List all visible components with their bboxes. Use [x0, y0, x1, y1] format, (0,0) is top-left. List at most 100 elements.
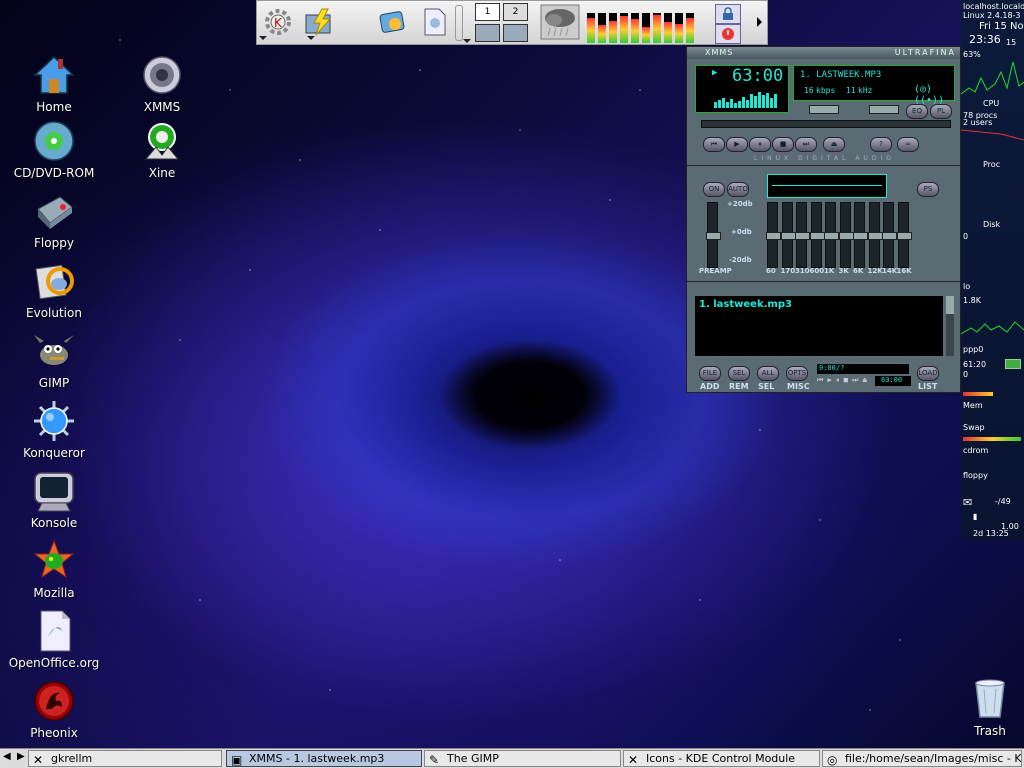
mini-transport-icons[interactable]: ⏮ ▶ ⏸ ■ ⏭ ⏏ [817, 376, 867, 385]
eq-toggle-button[interactable]: EQ [906, 104, 928, 119]
task-konqueror[interactable]: ◎ file:/home/sean/Images/misc - Konque [822, 750, 1022, 767]
xmms-window[interactable]: XMMS ULTRAFINA ▶ 63:00 1. LASTWEEK.MP3 1… [686, 46, 961, 393]
eq-band-slider[interactable] [896, 202, 912, 268]
taskbar-scroll-left-icon[interactable]: ◀ [3, 751, 11, 762]
eq-band-label: 16K [896, 267, 912, 275]
task-label: The GIMP [447, 752, 499, 765]
shuffle-button[interactable]: ? [870, 137, 892, 152]
balance-slider[interactable] [869, 105, 899, 114]
eq-on-button[interactable]: ON [703, 182, 725, 197]
globe-icon [379, 11, 405, 33]
pager-desktop-3[interactable] [475, 24, 500, 42]
chevron-down-icon [259, 36, 267, 40]
launcher-browser-button[interactable] [375, 3, 409, 41]
gk-ppp-connect-button[interactable] [1005, 359, 1021, 369]
desktop-pager[interactable]: 1 2 [475, 3, 531, 43]
eject-button[interactable]: ⏏ [823, 137, 845, 152]
desktop-icon-cdrom[interactable]: CD/DVD-ROM [4, 118, 104, 180]
eq-presets-button[interactable]: PS [917, 182, 939, 197]
preamp-slider[interactable] [706, 202, 721, 268]
preamp-label: PREAMP [699, 267, 732, 275]
eq-band-slider[interactable] [766, 202, 781, 268]
playlist-item[interactable]: 1. lastweek.mp3 [699, 299, 792, 310]
desktop-icon-evolution[interactable]: Evolution [4, 258, 104, 320]
playlist-rem-button[interactable]: SEL [728, 366, 750, 381]
xmms-kbps-unit: kbps [816, 86, 836, 95]
eq-band-slider[interactable] [853, 202, 868, 268]
desktop-icon-xmms[interactable]: XMMS [112, 52, 212, 114]
desktop-icon-gimp[interactable]: GIMP [4, 328, 104, 390]
kmenu-button[interactable]: K [259, 3, 295, 41]
xmms-skin-name: ULTRAFINA [894, 48, 956, 57]
pager-desktop-2[interactable]: 2 [503, 3, 528, 21]
volume-slider[interactable] [809, 105, 839, 114]
konqueror-icon [31, 398, 77, 444]
task-kde-control[interactable]: ✕ Icons - KDE Control Module [623, 750, 820, 767]
xine-icon [139, 118, 185, 164]
eq-band-label: 1K [824, 267, 835, 275]
power-icon [722, 28, 734, 40]
floppy-icon [31, 188, 77, 234]
weather-applet[interactable] [539, 3, 581, 41]
playlist-total-time: 63:00 [881, 376, 903, 384]
eq-band-slider[interactable] [867, 202, 883, 268]
gk-cpu-label: CPU [983, 99, 1000, 108]
playlist-toggle-button[interactable]: PL [930, 104, 952, 119]
playlist-add-button[interactable]: FILE [699, 366, 721, 381]
playlist-list[interactable]: 1. lastweek.mp3 [695, 296, 943, 356]
xmms-titlebar[interactable]: XMMS ULTRAFINA [687, 47, 960, 59]
taskbar-scroll-right-icon[interactable]: ▶ [17, 751, 25, 762]
launcher-help-button[interactable] [417, 3, 451, 41]
meter-bar [642, 13, 650, 43]
eq-band-slider[interactable] [882, 202, 897, 268]
desktop-icon-openoffice[interactable]: OpenOffice.org [4, 608, 104, 670]
phoenix-icon [31, 678, 77, 724]
eq-band-label: 12K [867, 267, 883, 275]
desktop-icon-xine[interactable]: Xine [112, 118, 212, 180]
gk-uptime: 2d 13:25 [973, 529, 1009, 538]
panel-scroll-handle[interactable] [455, 5, 463, 41]
chevron-down-icon [307, 36, 315, 40]
eq-band-slider[interactable] [838, 202, 854, 268]
pager-desktop-1[interactable]: 1 [475, 3, 500, 21]
task-gkrellm[interactable]: ✕ gkrellm [28, 750, 222, 767]
eq-band-slider[interactable] [795, 202, 810, 268]
logout-button[interactable] [715, 24, 741, 44]
desktop-icon-home[interactable]: Home [4, 52, 104, 114]
playlist-misc-button[interactable]: OPTS [786, 366, 808, 381]
lock-screen-button[interactable] [715, 4, 741, 24]
playlist-scrollbar[interactable] [946, 296, 954, 356]
next-button[interactable]: ⏭ [795, 137, 817, 152]
desktop-icon-trash[interactable]: Trash [940, 676, 1024, 738]
mail-icon[interactable]: ✉ [963, 496, 972, 509]
gk-floppy-label: floppy [963, 471, 988, 480]
xmms-time-display: ▶ 63:00 [695, 65, 789, 113]
eq-band-slider[interactable] [824, 202, 839, 268]
chevron-down-icon[interactable] [463, 39, 471, 43]
desktop-icon-phoenix[interactable]: Pheonix [4, 678, 104, 740]
desktop-icon-mozilla[interactable]: Mozilla [4, 538, 104, 600]
gkrellm-monitor[interactable]: localhost.locald Linux 2.4.18-3 Fri 15 N… [961, 0, 1024, 540]
repeat-button[interactable]: ∞ [897, 137, 919, 152]
task-xmms[interactable]: ▣ XMMS - 1. lastweek.mp3 [226, 750, 422, 767]
playlist-sel-button[interactable]: ALL [757, 366, 779, 381]
desktop-icon-konqueror[interactable]: Konqueror [4, 398, 104, 460]
xmms-time: 63:00 [732, 66, 784, 86]
desktop-icon-floppy[interactable]: Floppy [4, 188, 104, 250]
previous-button[interactable]: ⏮ [703, 137, 725, 152]
quickbrowser-button[interactable] [303, 3, 337, 41]
task-gimp[interactable]: ✎ The GIMP [424, 750, 621, 767]
panel-expand-arrow-icon[interactable] [757, 17, 762, 27]
desktop-icon-konsole[interactable]: Konsole [4, 468, 104, 530]
eq-db-mid: +0db [731, 228, 752, 236]
konqueror-icon: ◎ [827, 753, 838, 767]
play-button[interactable]: ▶ [726, 137, 748, 152]
eq-auto-button[interactable]: AUTO [727, 182, 749, 197]
pager-desktop-4[interactable] [503, 24, 528, 42]
eq-band-slider[interactable] [809, 202, 825, 268]
seek-bar[interactable] [701, 120, 951, 128]
playlist-list-button[interactable]: LOAD [917, 366, 939, 381]
pause-button[interactable]: ⏸ [749, 137, 771, 152]
stop-button[interactable]: ■ [772, 137, 794, 152]
eq-band-slider[interactable] [780, 202, 796, 268]
